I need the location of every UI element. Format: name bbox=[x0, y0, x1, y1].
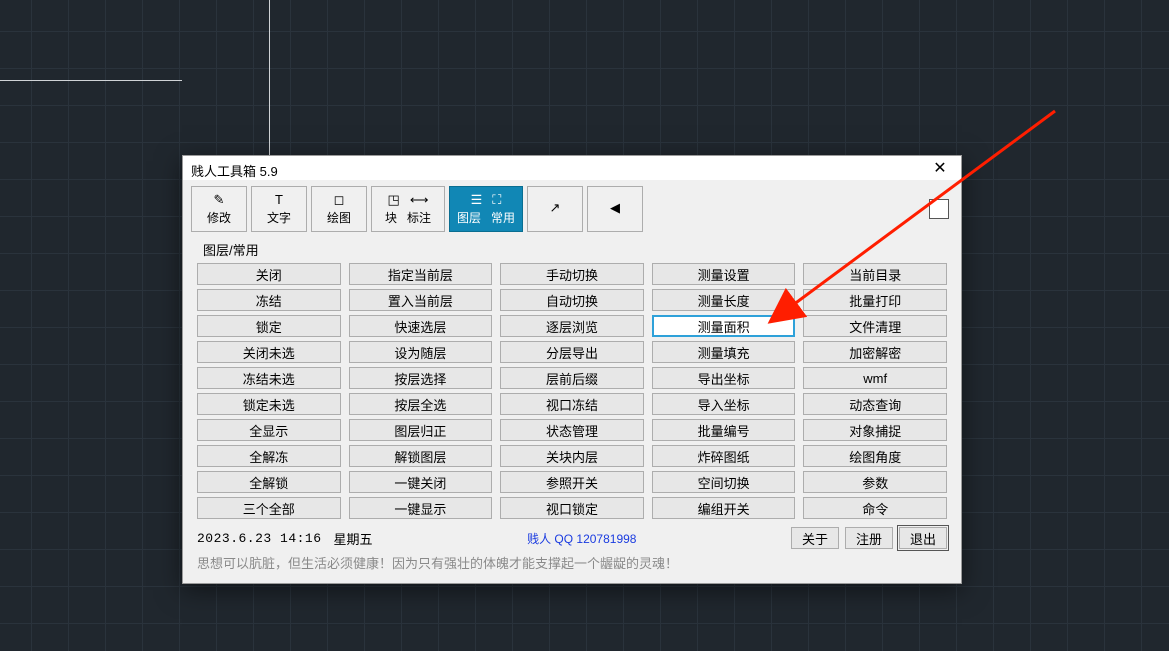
toolbox-window: 贱人工具箱 5.9 ✕ ✎ 修改 T 文字 ◻ 绘图 ◳ ⟷ 块 标注 bbox=[182, 155, 962, 584]
toolbar-spacer bbox=[647, 186, 925, 232]
cmd-button[interactable]: 测量填充 bbox=[652, 341, 796, 363]
cmd-button[interactable]: 按层全选 bbox=[349, 393, 493, 415]
cmd-button[interactable]: 测量设置 bbox=[652, 263, 796, 285]
cmd-button[interactable]: 空间切换 bbox=[652, 471, 796, 493]
cmd-button[interactable]: 设为随层 bbox=[349, 341, 493, 363]
cmd-button[interactable]: 自动切换 bbox=[500, 289, 644, 311]
cmd-button[interactable]: 状态管理 bbox=[500, 419, 644, 441]
command-grid: 关闭指定当前层手动切换测量设置当前目录冻结置入当前层自动切换测量长度批量打印锁定… bbox=[183, 261, 961, 525]
cmd-button[interactable]: 图层归正 bbox=[349, 419, 493, 441]
cmd-button[interactable]: 解锁图层 bbox=[349, 445, 493, 467]
tab-label: 绘图 bbox=[327, 209, 351, 226]
cmd-button[interactable]: 导入坐标 bbox=[652, 393, 796, 415]
register-button[interactable]: 注册 bbox=[845, 527, 893, 549]
tab-draw[interactable]: ◻ 绘图 bbox=[311, 186, 367, 232]
cmd-button[interactable]: 对象捕捉 bbox=[803, 419, 947, 441]
cmd-button[interactable]: 锁定未选 bbox=[197, 393, 341, 415]
pencil-icon: ✎ bbox=[214, 193, 225, 207]
cmd-button[interactable]: 当前目录 bbox=[803, 263, 947, 285]
cmd-button[interactable]: 一键显示 bbox=[349, 497, 493, 519]
cmd-button[interactable]: 绘图角度 bbox=[803, 445, 947, 467]
group-label: 图层/常用 bbox=[183, 236, 961, 261]
tab-label: 修改 bbox=[207, 209, 231, 226]
tab-text[interactable]: T 文字 bbox=[251, 186, 307, 232]
cmd-button[interactable]: 冻结 bbox=[197, 289, 341, 311]
cmd-button[interactable]: 分层导出 bbox=[500, 341, 644, 363]
status-dow: 星期五 bbox=[334, 529, 373, 548]
cmd-button[interactable]: 加密解密 bbox=[803, 341, 947, 363]
about-button[interactable]: 关于 bbox=[791, 527, 839, 549]
footer-note: 思想可以肮脏，但生活必须健康！因为只有强壮的体魄才能支撑起一个龌龊的灵魂！ bbox=[183, 551, 961, 578]
status-datetime: 2023.6.23 14:16 bbox=[197, 531, 322, 546]
cmd-button[interactable]: 按层选择 bbox=[349, 367, 493, 389]
cmd-button[interactable]: 测量面积 bbox=[652, 315, 796, 337]
cmd-button[interactable]: 全解锁 bbox=[197, 471, 341, 493]
cmd-button[interactable]: 参数 bbox=[803, 471, 947, 493]
close-button[interactable]: ✕ bbox=[925, 159, 955, 181]
cmd-button[interactable]: 参照开关 bbox=[500, 471, 644, 493]
cmd-button[interactable]: 关闭未选 bbox=[197, 341, 341, 363]
tab-label: 文字 bbox=[267, 209, 291, 226]
tab-expand[interactable]: ↗ bbox=[527, 186, 583, 232]
toolbar: ✎ 修改 T 文字 ◻ 绘图 ◳ ⟷ 块 标注 ☰ ⛶ bbox=[183, 180, 961, 236]
cmd-button[interactable]: 命令 bbox=[803, 497, 947, 519]
tab-modify[interactable]: ✎ 修改 bbox=[191, 186, 247, 232]
cmd-button[interactable]: 动态查询 bbox=[803, 393, 947, 415]
cmd-button[interactable]: 关闭 bbox=[197, 263, 341, 285]
tab-label: 图层 bbox=[457, 209, 481, 226]
text-icon: T bbox=[275, 193, 283, 207]
triangle-left-icon: ◀ bbox=[610, 201, 620, 215]
tab-layer-common[interactable]: ☰ ⛶ 图层 常用 bbox=[449, 186, 523, 232]
tab-prev[interactable]: ◀ bbox=[587, 186, 643, 232]
toolbar-checkbox[interactable] bbox=[929, 199, 949, 219]
block-icon: ◳ bbox=[388, 193, 400, 207]
cmd-button[interactable]: wmf bbox=[803, 367, 947, 389]
cmd-button[interactable]: 冻结未选 bbox=[197, 367, 341, 389]
cmd-button[interactable]: 炸碎图纸 bbox=[652, 445, 796, 467]
tab-block-dim[interactable]: ◳ ⟷ 块 标注 bbox=[371, 186, 445, 232]
exit-button[interactable]: 退出 bbox=[899, 527, 947, 549]
cmd-button[interactable]: 测量长度 bbox=[652, 289, 796, 311]
titlebar: 贱人工具箱 5.9 ✕ bbox=[183, 156, 961, 180]
tab-label: 常用 bbox=[491, 209, 515, 226]
cmd-button[interactable]: 关块内层 bbox=[500, 445, 644, 467]
cmd-button[interactable]: 锁定 bbox=[197, 315, 341, 337]
rect-icon: ◻ bbox=[334, 193, 345, 207]
cmd-button[interactable]: 三个全部 bbox=[197, 497, 341, 519]
cmd-button[interactable]: 全显示 bbox=[197, 419, 341, 441]
common-icon: ⛶ bbox=[492, 193, 501, 207]
cmd-button[interactable]: 指定当前层 bbox=[349, 263, 493, 285]
dim-icon: ⟷ bbox=[410, 193, 429, 207]
cmd-button[interactable]: 批量打印 bbox=[803, 289, 947, 311]
cmd-button[interactable]: 逐层浏览 bbox=[500, 315, 644, 337]
tab-label: 标注 bbox=[407, 209, 431, 226]
window-title: 贱人工具箱 5.9 bbox=[189, 161, 278, 180]
cmd-button[interactable]: 导出坐标 bbox=[652, 367, 796, 389]
tab-label: 块 bbox=[385, 209, 397, 226]
expand-icon: ↗ bbox=[550, 201, 561, 215]
cmd-button[interactable]: 一键关闭 bbox=[349, 471, 493, 493]
author-link[interactable]: 贱人 QQ 120781998 bbox=[527, 532, 636, 546]
cmd-button[interactable]: 视口冻结 bbox=[500, 393, 644, 415]
layer-icon: ☰ bbox=[471, 193, 483, 207]
cmd-button[interactable]: 视口锁定 bbox=[500, 497, 644, 519]
cmd-button[interactable]: 手动切换 bbox=[500, 263, 644, 285]
cmd-button[interactable]: 批量编号 bbox=[652, 419, 796, 441]
cmd-button[interactable]: 全解冻 bbox=[197, 445, 341, 467]
cmd-button[interactable]: 文件清理 bbox=[803, 315, 947, 337]
cmd-button[interactable]: 编组开关 bbox=[652, 497, 796, 519]
cmd-button[interactable]: 快速选层 bbox=[349, 315, 493, 337]
cmd-button[interactable]: 层前后缀 bbox=[500, 367, 644, 389]
statusbar: 2023.6.23 14:16 星期五 贱人 QQ 120781998 关于 注… bbox=[183, 525, 961, 551]
crosshair-horizontal bbox=[0, 80, 182, 81]
cmd-button[interactable]: 置入当前层 bbox=[349, 289, 493, 311]
crosshair-vertical bbox=[269, 0, 270, 157]
